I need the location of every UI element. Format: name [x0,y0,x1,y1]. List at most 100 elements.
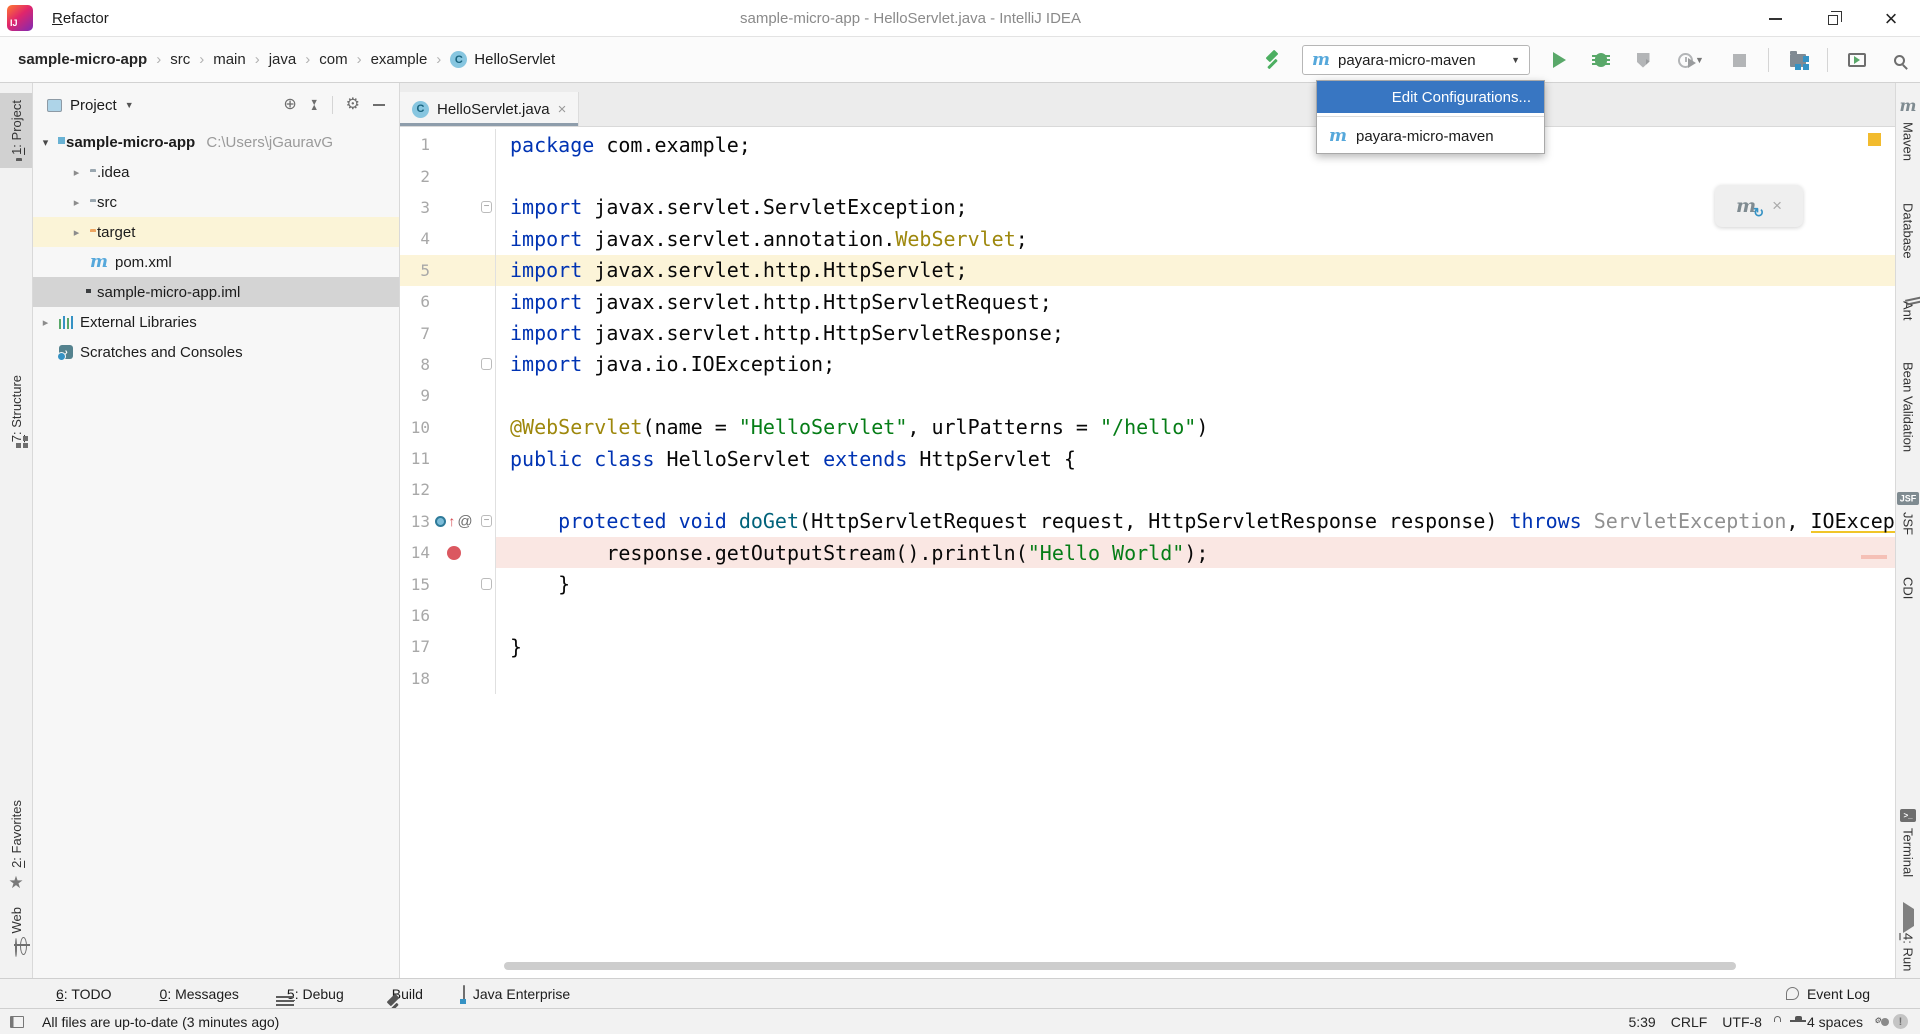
tool-window-button-structure[interactable]: 7: Structure [0,368,32,455]
status-encoding[interactable]: UTF-8 [1722,1014,1762,1030]
code-line-16[interactable]: 16 [400,600,1895,631]
code-text[interactable]: public class HelloServlet extends HttpSe… [496,443,1895,474]
code-line-4[interactable]: 4 import javax.servlet.annotation.WebServ… [400,223,1895,254]
tool-window-button-cdi[interactable]: CDI [1896,564,1920,606]
project-structure-button[interactable] [1785,47,1811,73]
code-line-15[interactable]: 15 } [400,568,1895,599]
line-number[interactable]: 15 [400,575,430,594]
edit-configurations-item[interactable]: Edit Configurations... [1317,81,1544,113]
minimize-button[interactable] [1746,0,1804,37]
code-text[interactable] [496,160,1895,191]
close-button[interactable]: × [1862,0,1920,37]
tool-window-button-todo[interactable]: 6: TODO [48,986,112,1002]
code-line-12[interactable]: 12 [400,474,1895,505]
line-number[interactable]: 3 [400,198,430,217]
tree-item-target[interactable]: ▸target [33,217,399,247]
code-text[interactable]: protected void doGet(HttpServletRequest … [496,506,1895,537]
horizontal-scrollbar[interactable] [504,962,1736,970]
run-with-coverage-button[interactable] [1630,47,1656,73]
tool-window-button-favorites[interactable]: 2: Favorites★ [0,793,32,900]
code-line-7[interactable]: 7import javax.servlet.http.HttpServletRe… [400,317,1895,348]
code-text[interactable]: import javax.servlet.http.HttpServlet; [496,255,1895,286]
code-line-5[interactable]: 5 import javax.servlet.http.HttpServlet; [400,255,1895,286]
run-button[interactable] [1546,47,1572,73]
code-text[interactable]: package com.example; [496,129,1895,160]
profiler-button[interactable]: ▼ [1672,47,1710,73]
window-icon[interactable] [10,1016,24,1028]
code-text[interactable] [496,663,1895,694]
breadcrumb-item[interactable]: src [170,51,190,68]
code-line-13[interactable]: 13↑@− protected void doGet(HttpServletRe… [400,506,1895,537]
line-number[interactable]: 2 [400,167,430,186]
code-line-1[interactable]: 1package com.example; [400,129,1895,160]
code-line-18[interactable]: 18 [400,663,1895,694]
code-line-11[interactable]: 11 public class HelloServlet extends Http… [400,443,1895,474]
breadcrumb-item[interactable]: main [213,51,246,68]
overriding-method-icon[interactable] [435,516,446,527]
line-number[interactable]: 17 [400,637,430,656]
status-notifications[interactable]: ! [1893,1014,1908,1029]
tool-window-button-terminal[interactable]: >_Terminal [1896,802,1920,884]
line-number[interactable]: 12 [400,480,430,499]
line-number[interactable]: 13 [400,512,430,531]
line-number[interactable]: 5 [400,261,430,280]
fold-end-marker[interactable] [481,578,492,590]
code-editor[interactable]: 1package com.example;23−import javax.ser… [400,127,1895,978]
tool-window-button-maven[interactable]: mMaven [1896,91,1920,168]
line-number[interactable]: 11 [400,449,430,468]
tree-item--idea[interactable]: ▸.idea [33,157,399,187]
tool-window-button-database[interactable]: Database [1896,190,1920,266]
fold-start-marker[interactable]: − [481,515,492,527]
tree-expand-arrow[interactable]: ▸ [70,196,83,209]
tree-item-pom-xml[interactable]: mpom.xml [33,247,399,277]
code-line-14[interactable]: 14 response.getOutputStream().println("H… [400,537,1895,568]
code-text[interactable]: import javax.servlet.http.HttpServletRes… [496,317,1895,348]
breadcrumb-item[interactable]: sample-micro-app [18,51,147,68]
tree-item-scratches-and-consoles[interactable]: ›Scratches and Consoles [33,337,399,367]
code-text[interactable]: response.getOutputStream().println("Hell… [496,537,1895,568]
event-log-button[interactable]: Event Log [1786,986,1870,1002]
hide-panel-button[interactable] [373,104,385,106]
code-line-3[interactable]: 3−import javax.servlet.ServletException; [400,192,1895,223]
services-button[interactable] [1844,47,1870,73]
line-number[interactable]: 18 [400,669,430,688]
tool-window-button-web[interactable]: Web [0,900,32,965]
line-number[interactable]: 6 [400,292,430,311]
editor-area[interactable]: C HelloServlet.java × 1package com.examp… [400,83,1895,978]
restore-button[interactable] [1804,0,1862,37]
search-everywhere-button[interactable] [1886,47,1912,73]
maven-reload-button[interactable]: m [1736,195,1756,217]
tool-window-button-project[interactable]: 1: Project [0,93,32,168]
tool-window-button-messages[interactable]: 0: Messages [152,986,239,1002]
breadcrumb-item[interactable]: java [269,51,297,68]
tool-window-button-run[interactable]: 4: Run [1896,902,1920,978]
fold-end-marker[interactable] [481,358,492,370]
tool-window-button-java-enterprise[interactable]: Java Enterprise [463,986,570,1002]
project-panel-title[interactable]: Project [70,97,117,114]
tool-window-button-bean-validation[interactable]: Bean Validation [1896,349,1920,459]
tool-window-button-build[interactable]: Build [384,986,423,1002]
breadcrumb-item[interactable]: com [319,51,347,68]
code-text[interactable]: import javax.servlet.ServletException; [496,192,1895,223]
tree-item-src[interactable]: ▸src [33,187,399,217]
code-text[interactable] [496,600,1895,631]
dismiss-icon[interactable]: × [1772,196,1782,216]
settings-gear-icon[interactable]: ⚙ [346,97,360,113]
code-text[interactable]: import javax.servlet.annotation.WebServl… [496,223,1895,254]
code-line-17[interactable]: 17} [400,631,1895,662]
code-line-8[interactable]: 8import java.io.IOException; [400,349,1895,380]
debug-button[interactable] [1588,47,1614,73]
tool-window-button-debug[interactable]: 5: Debug [279,986,344,1002]
inspection-status-marker[interactable] [1868,133,1881,146]
locate-file-button[interactable]: ⊕ [283,97,296,113]
code-line-2[interactable]: 2 [400,160,1895,191]
code-text[interactable]: } [496,568,1895,599]
line-number[interactable]: 4 [400,229,430,248]
code-line-10[interactable]: 10@WebServlet(name = "HelloServlet", url… [400,412,1895,443]
collapse-all-button[interactable]: ▼▲ [310,100,319,110]
chevron-down-icon[interactable]: ▼ [1695,55,1704,65]
close-tab-icon[interactable]: × [558,101,567,118]
run-config-combo[interactable]: m payara-micro-maven ▼ [1302,45,1530,75]
code-text[interactable] [496,380,1895,411]
tree-item-sample-micro-app[interactable]: ▾sample-micro-app C:\Users\jGauravG [33,127,399,157]
